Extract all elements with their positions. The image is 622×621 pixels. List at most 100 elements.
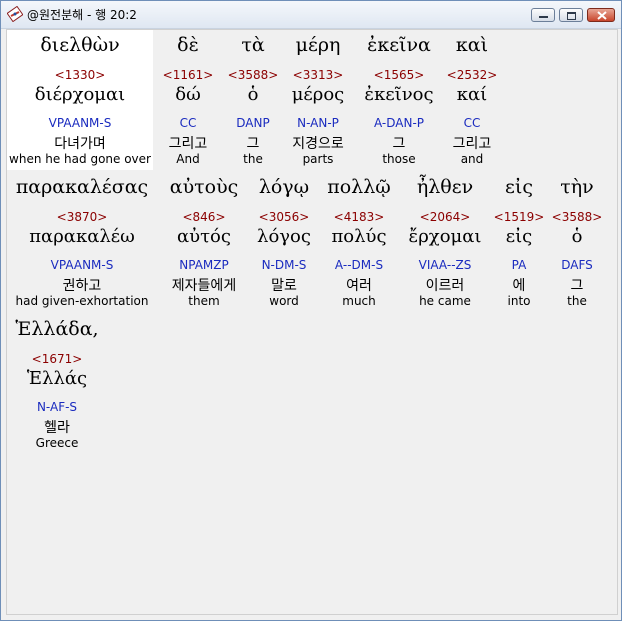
strong-number: <3588>: [551, 210, 603, 224]
app-window: @원전분해 - 행 20:2 διελθὼν <1330> διέρχομαι …: [0, 0, 622, 621]
english-gloss: And: [176, 152, 200, 166]
korean-gloss: 권하고: [62, 278, 102, 294]
english-gloss: into: [507, 294, 531, 308]
interlinear-panel: διελθὼν <1330> διέρχομαι VPAANM-S 다녀가며 w…: [6, 29, 618, 615]
english-gloss: Greece: [35, 436, 79, 450]
close-icon: [597, 11, 607, 20]
lemma: λόγος: [257, 226, 311, 247]
greek-word: ἦλθεν: [416, 176, 474, 198]
english-gloss: when he had gone over: [9, 152, 151, 166]
korean-gloss: 말로: [271, 278, 297, 294]
greek-word: πολλῷ: [327, 176, 391, 198]
greek-word: τὰ: [241, 34, 265, 56]
strong-number: <1519>: [493, 210, 545, 224]
strong-number: <1671>: [31, 352, 83, 366]
greek-word: διελθὼν: [40, 34, 120, 56]
morphology-code: VIAA--ZS: [418, 258, 472, 272]
word-card[interactable]: τὰ <3588> ὁ DANP 그 the: [223, 34, 283, 170]
strong-number: <2064>: [419, 210, 471, 224]
greek-word: τὴν: [560, 176, 594, 198]
korean-gloss: 다녀가며: [54, 136, 106, 152]
greek-word: μέρη: [295, 34, 341, 56]
word-card[interactable]: ἐκεῖνα <1565> ἐκεῖνος A-DAN-P 그 those: [357, 34, 441, 170]
lemma: εἰς: [505, 226, 533, 247]
korean-gloss: 에: [512, 278, 526, 294]
word-card[interactable]: παρακαλέσας <3870> παρακαλέω VPAANM-S 권하…: [7, 176, 157, 312]
strong-number: <846>: [182, 210, 226, 224]
morphology-code: CC: [463, 116, 481, 130]
morphology-code: N-DM-S: [261, 258, 307, 272]
korean-gloss: 지경으로: [292, 136, 344, 152]
title-bar[interactable]: @원전분해 - 행 20:2: [1, 1, 621, 29]
korean-gloss: 그리고: [452, 136, 492, 152]
english-gloss: the: [243, 152, 263, 166]
english-gloss: much: [342, 294, 376, 308]
english-gloss: word: [269, 294, 299, 308]
word-card[interactable]: λόγῳ <3056> λόγος N-DM-S 말로 word: [251, 176, 317, 312]
strong-number: <4183>: [333, 210, 385, 224]
close-button[interactable]: [587, 8, 615, 22]
strong-number: <1161>: [162, 68, 214, 82]
greek-word: εἰς: [505, 176, 533, 198]
english-gloss: the: [567, 294, 587, 308]
morphology-code: VPAANM-S: [50, 258, 114, 272]
english-gloss: he came: [419, 294, 471, 308]
english-gloss: them: [188, 294, 220, 308]
korean-gloss: 그: [392, 136, 406, 152]
lemma: καί: [456, 84, 488, 105]
strong-number: <1565>: [373, 68, 425, 82]
bible-app-icon: [7, 6, 23, 22]
word-card[interactable]: ἦλθεν <2064> ἔρχομαι VIAA--ZS 이르러 he cam…: [403, 176, 487, 312]
word-card[interactable]: Ἑλλάδα, <1671> Ἑλλάς N-AF-S 헬라 Greece: [9, 318, 105, 454]
lemma: ὁ: [571, 226, 583, 247]
window-title: @원전분해 - 행 20:2: [27, 8, 137, 22]
lemma: παρακαλέω: [29, 226, 135, 247]
greek-word: ἐκεῖνα: [367, 34, 431, 56]
korean-gloss: 여러: [346, 278, 372, 294]
word-card[interactable]: αὐτοὺς <846> αὐτός NPAMZP 제자들에게 them: [163, 176, 245, 312]
greek-word: αὐτοὺς: [169, 176, 239, 198]
lemma: διέρχομαι: [34, 84, 126, 105]
word-card[interactable]: εἰς <1519> εἰς PA 에 into: [493, 176, 545, 312]
lemma: αὐτός: [177, 226, 231, 247]
lemma: ὁ: [247, 84, 259, 105]
korean-gloss: 헬라: [44, 420, 70, 436]
strong-number: <3056>: [258, 210, 310, 224]
greek-word: παρακαλέσας: [15, 176, 149, 198]
strong-number: <3870>: [56, 210, 108, 224]
korean-gloss: 제자들에게: [171, 278, 237, 294]
morphology-code: N-AN-P: [297, 116, 339, 130]
english-gloss: parts: [302, 152, 334, 166]
english-gloss: those: [382, 152, 416, 166]
morphology-code: CC: [179, 116, 197, 130]
word-card[interactable]: καὶ <2532> καί CC 그리고 and: [443, 34, 501, 170]
word-card[interactable]: τὴν <3588> ὁ DAFS 그 the: [551, 176, 603, 312]
morphology-code: VPAANM-S: [48, 116, 112, 130]
word-card[interactable]: δὲ <1161> δώ CC 그리고 And: [157, 34, 219, 170]
greek-word: δὲ: [177, 34, 199, 56]
strong-number: <2532>: [446, 68, 498, 82]
morphology-code: A--DM-S: [334, 258, 384, 272]
lemma: μέρος: [291, 84, 345, 105]
morphology-code: DAFS: [561, 258, 593, 272]
word-card[interactable]: μέρη <3313> μέρος N-AN-P 지경으로 parts: [285, 34, 351, 170]
morphology-code: A-DAN-P: [373, 116, 425, 130]
greek-word: λόγῳ: [258, 176, 310, 198]
korean-gloss: 이르러: [425, 278, 465, 294]
english-gloss: had given-exhortation: [15, 294, 149, 308]
maximize-button[interactable]: [559, 8, 583, 22]
lemma: ἔρχομαι: [408, 226, 482, 247]
korean-gloss: 그리고: [168, 136, 208, 152]
morphology-code: PA: [511, 258, 527, 272]
lemma: πολύς: [331, 226, 387, 247]
word-card[interactable]: πολλῷ <4183> πολύς A--DM-S 여러 much: [323, 176, 395, 312]
word-card[interactable]: διελθὼν <1330> διέρχομαι VPAANM-S 다녀가며 w…: [7, 34, 153, 170]
lemma: δώ: [175, 84, 201, 105]
greek-word: Ἑλλάδα,: [15, 318, 99, 340]
morphology-code: DANP: [236, 116, 270, 130]
lemma: ἐκεῖνος: [364, 84, 434, 105]
strong-number: <3313>: [292, 68, 344, 82]
korean-gloss: 그: [570, 278, 584, 294]
strong-number: <3588>: [227, 68, 279, 82]
minimize-button[interactable]: [531, 8, 555, 22]
